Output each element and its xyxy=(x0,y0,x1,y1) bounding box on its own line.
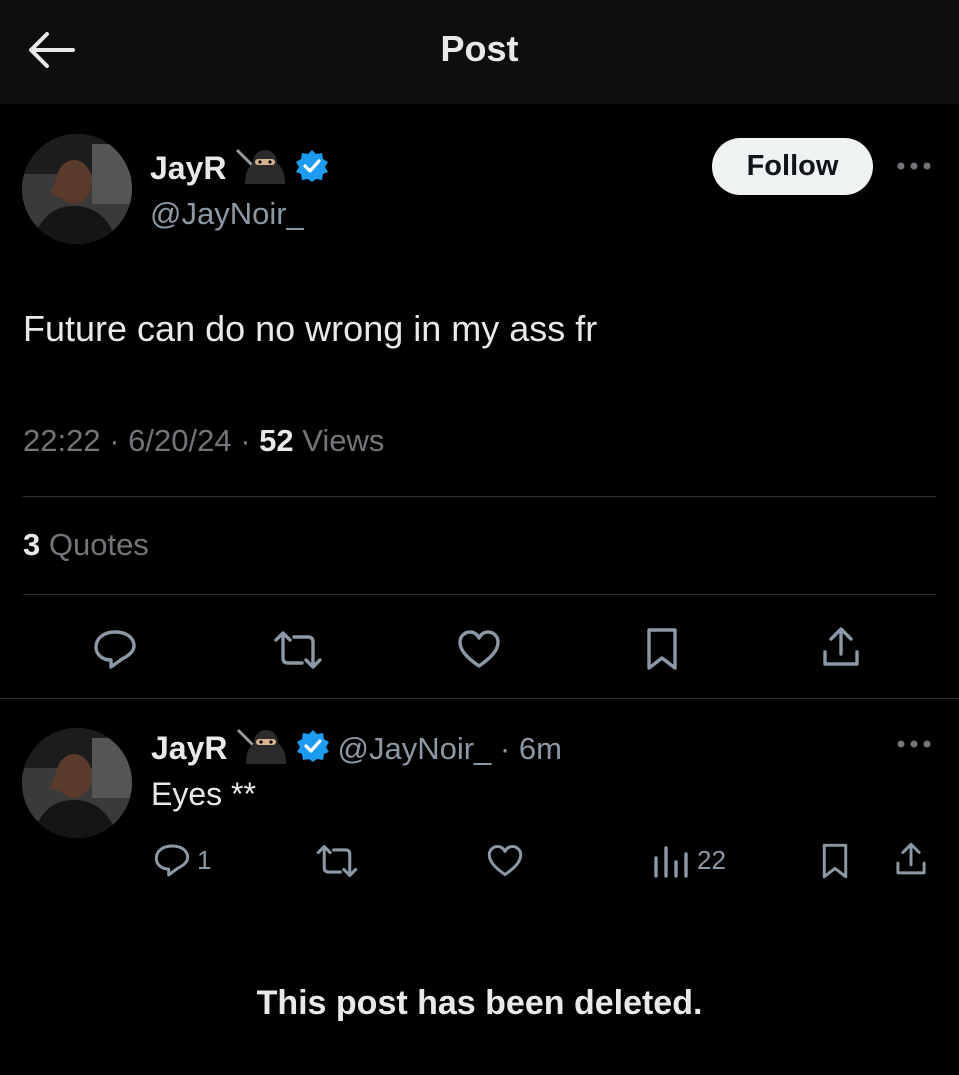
bookmark-button[interactable] xyxy=(643,626,681,672)
more-dots-icon xyxy=(897,162,931,170)
reply-icon xyxy=(154,844,190,877)
author-handle[interactable]: @JayNoir_ xyxy=(150,196,304,232)
post-text: Future can do no wrong in my ass fr xyxy=(23,308,598,349)
views-chart-icon xyxy=(654,846,688,878)
ninja-emoji-icon xyxy=(233,146,289,191)
reply-bookmark-button[interactable] xyxy=(819,842,851,880)
repost-icon xyxy=(316,845,358,877)
reply-handle-time[interactable]: @JayNoir_ · 6m xyxy=(338,731,562,767)
bookmark-icon xyxy=(647,628,677,670)
share-icon xyxy=(896,842,926,875)
follow-button[interactable]: Follow xyxy=(712,138,873,195)
reply-author-row: JayR @JayNoir_ · 6m xyxy=(151,726,562,771)
more-options-button[interactable] xyxy=(892,150,936,182)
post-time[interactable]: 22:22 xyxy=(23,423,101,458)
verified-badge-icon xyxy=(295,149,329,188)
like-button[interactable] xyxy=(456,628,502,670)
reply-reply-button[interactable]: 1 xyxy=(153,842,211,878)
reply-more-options-button[interactable] xyxy=(892,728,936,760)
divider xyxy=(23,594,936,595)
divider xyxy=(0,698,959,699)
page-title: Post xyxy=(440,28,519,69)
reply-like-button[interactable] xyxy=(486,843,524,878)
views-count: 52 xyxy=(259,423,303,458)
reply-author-name[interactable]: JayR xyxy=(151,730,228,767)
reply-text: Eyes ** xyxy=(151,776,256,812)
reply-views-button[interactable]: 22 xyxy=(651,842,726,878)
quotes-link[interactable]: 3 Quotes xyxy=(23,527,149,563)
reply-avatar[interactable] xyxy=(22,728,132,838)
top-bar: Post xyxy=(0,0,959,104)
share-button[interactable] xyxy=(819,624,863,670)
verified-badge-icon xyxy=(296,729,330,768)
post-meta: 22:22 · 6/20/24 · 52 Views xyxy=(23,423,384,459)
more-dots-icon xyxy=(897,740,931,748)
separator: · xyxy=(109,423,129,458)
author-row: JayR xyxy=(150,146,329,191)
deleted-notice: This post has been deleted. xyxy=(256,984,703,1022)
reply-button[interactable] xyxy=(92,628,138,670)
quotes-label: Quotes xyxy=(48,527,149,562)
avatar[interactable] xyxy=(22,134,132,244)
author-name[interactable]: JayR xyxy=(150,150,227,187)
bookmark-icon xyxy=(822,843,848,879)
reply-share-button[interactable] xyxy=(893,840,929,878)
share-icon xyxy=(823,627,859,666)
heart-icon xyxy=(458,630,500,668)
repost-button[interactable] xyxy=(270,630,326,670)
views-label: Views xyxy=(302,423,385,458)
quotes-count: 3 xyxy=(23,527,49,562)
ninja-emoji-icon xyxy=(234,726,290,771)
reply-repost-button[interactable] xyxy=(313,844,361,878)
reply-icon xyxy=(94,630,136,669)
divider xyxy=(23,496,936,497)
repost-icon xyxy=(274,631,322,669)
post-date[interactable]: 6/20/24 xyxy=(128,423,231,458)
separator: · xyxy=(240,423,260,458)
reply-count: 1 xyxy=(197,844,212,875)
reply-views-count: 22 xyxy=(697,844,726,875)
heart-icon xyxy=(487,844,523,877)
